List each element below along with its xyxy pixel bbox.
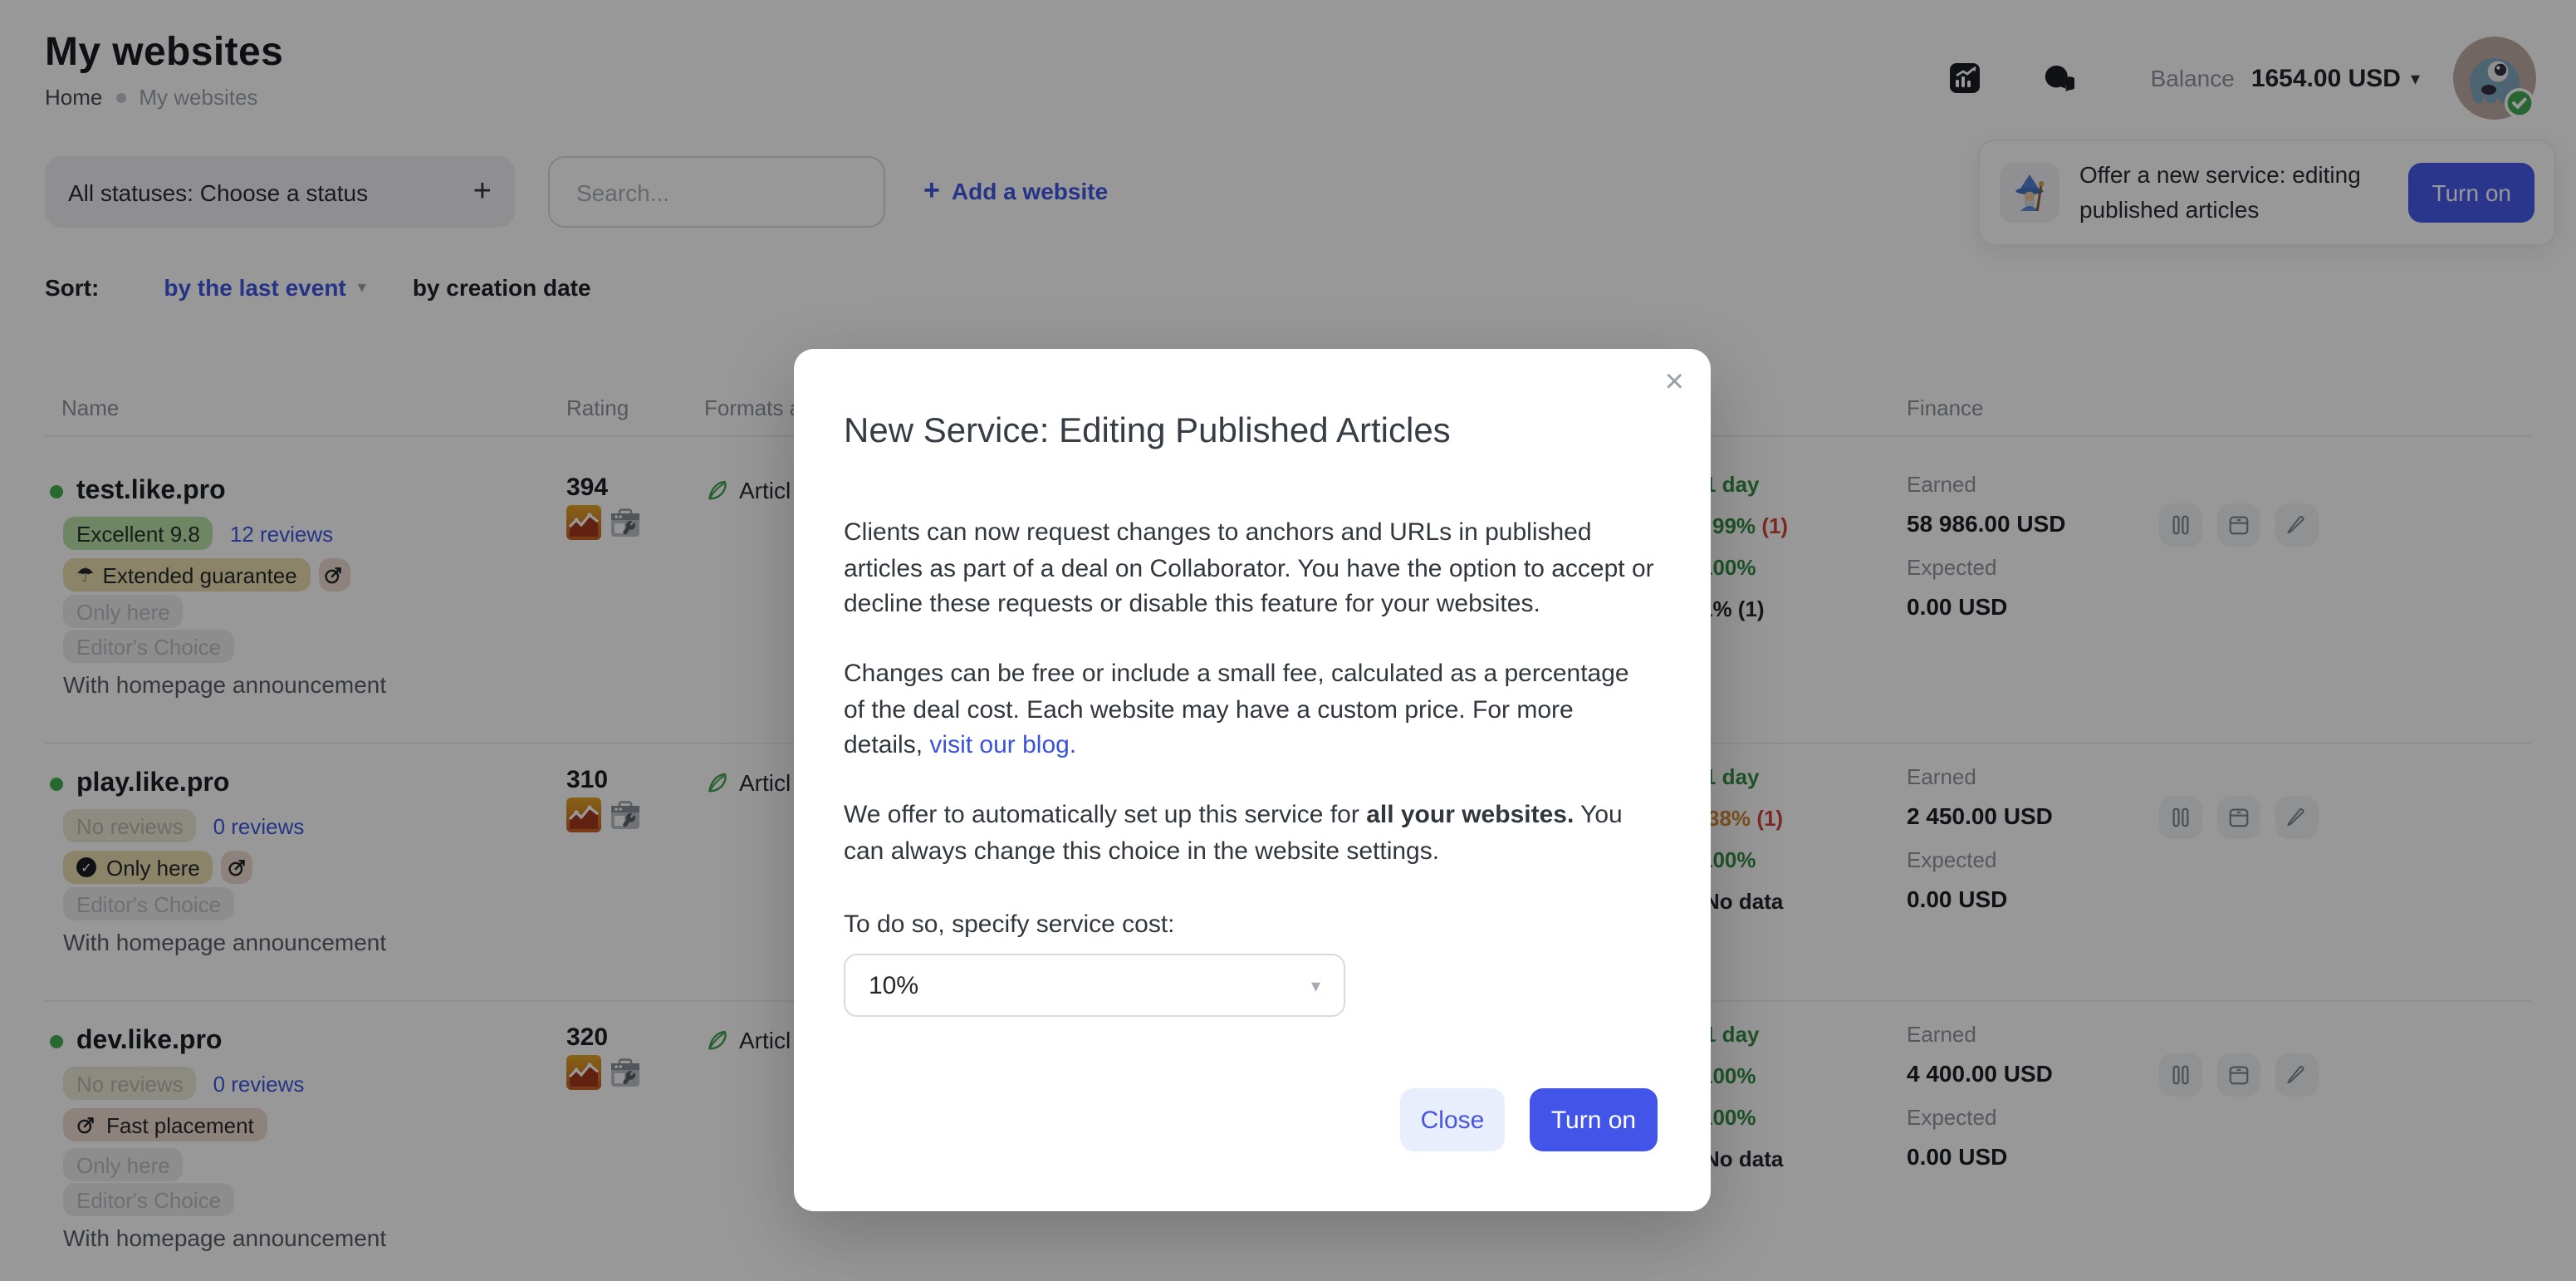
modal-close-button[interactable]: Close <box>1400 1088 1505 1151</box>
blog-link[interactable]: visit our blog. <box>929 731 1076 759</box>
select-value: 10% <box>869 971 918 999</box>
modal-paragraph-1: Clients can now request changes to ancho… <box>844 515 1654 622</box>
close-icon[interactable]: × <box>1665 366 1684 399</box>
modal-turn-on-button[interactable]: Turn on <box>1530 1088 1658 1151</box>
cost-label: To do so, specify service cost: <box>844 910 1175 939</box>
select-caret-icon: ▾ <box>1311 974 1320 996</box>
modal-paragraph-2: Changes can be free or include a small f… <box>844 656 1654 763</box>
service-cost-select[interactable]: 10% ▾ <box>844 954 1345 1017</box>
app: My websites Home My websites Balance 165… <box>0 0 2576 1281</box>
new-service-modal: × New Service: Editing Published Article… <box>794 349 1711 1211</box>
modal-title: New Service: Editing Published Articles <box>844 412 1451 452</box>
modal-paragraph-3: We offer to automatically set up this se… <box>844 798 1654 869</box>
